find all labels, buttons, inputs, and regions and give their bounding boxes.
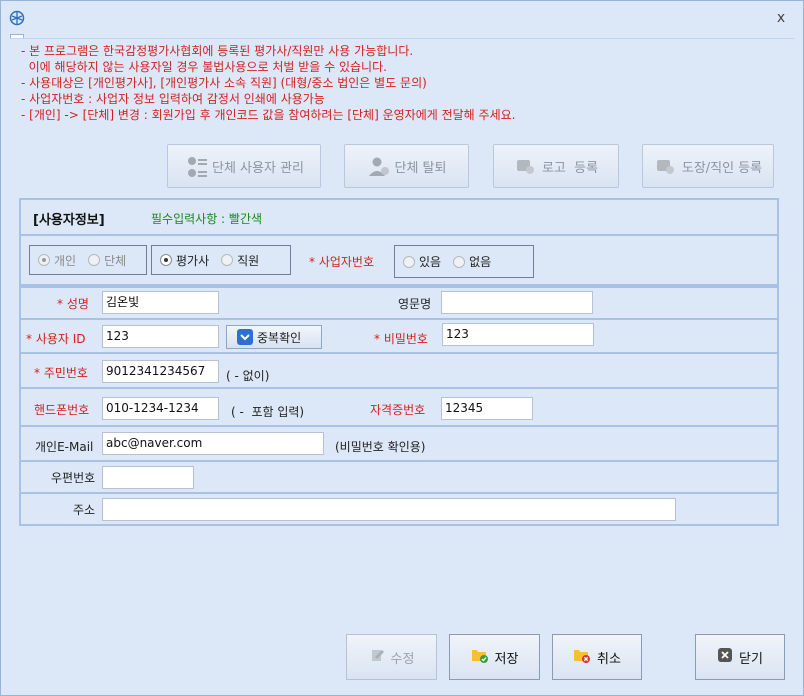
phone-label: 핸드폰번호 bbox=[34, 403, 90, 417]
password-label: * 비밀번호 bbox=[374, 332, 428, 346]
notice-line: - [개인] -> [단체] 변경 : 회원가입 후 개인코드 값을 참여하려는… bbox=[21, 108, 516, 122]
license-label: 자격증번호 bbox=[370, 403, 426, 417]
radio-staff-label: 직원 bbox=[237, 253, 260, 268]
group-user-mgmt-label: 단체 사용자 관리 bbox=[212, 160, 304, 176]
resident-input[interactable]: 9012341234567 bbox=[102, 360, 219, 383]
notice-line: - 사용대상은 [개인평가사], [개인평가사 소속 직원] (대형/중소 법인… bbox=[21, 76, 427, 90]
notice-line: - 사업자번호 : 사업자 정보 입력하여 감정서 인쇄에 사용가능 bbox=[21, 92, 325, 106]
edit-label: 수정 bbox=[390, 651, 415, 667]
radio-group-label: 단체 bbox=[104, 253, 127, 268]
title-bar: x bbox=[1, 1, 803, 35]
zip-input[interactable] bbox=[102, 466, 194, 489]
radio-biz-none-label: 없음 bbox=[469, 255, 492, 269]
email-label: 개인E-Mail bbox=[35, 440, 94, 454]
eng-name-label: 영문명 bbox=[398, 297, 432, 311]
row-email: 개인E-Mail abc@naver.com (비밀번호 확인용) bbox=[19, 427, 779, 462]
row-resident: * 주민번호 9012341234567 ( - 없이) bbox=[19, 354, 779, 389]
name-label: * 성명 bbox=[57, 297, 89, 311]
radio-appraiser-label: 평가사 bbox=[176, 253, 210, 268]
image-icon bbox=[514, 155, 536, 177]
radio-biz-has[interactable] bbox=[403, 255, 415, 268]
email-hint: (비밀번호 확인용) bbox=[335, 440, 426, 454]
row-name: * 성명 김온빛 영문명 bbox=[19, 286, 779, 320]
notice-line: 이에 해당하지 않는 사용자일 경우 불법사용으로 처벌 받을 수 있습니다. bbox=[21, 60, 387, 74]
address-label: 주소 bbox=[73, 503, 96, 517]
radio-staff[interactable] bbox=[221, 254, 234, 266]
email-input[interactable]: abc@naver.com bbox=[102, 432, 324, 455]
dup-check-button[interactable]: 중복확인 bbox=[226, 325, 322, 349]
seal-register-button[interactable]: 도장/직인 등록 bbox=[642, 144, 774, 188]
notice-line: - 본 프로그램은 한국감정평가사협회에 등록된 평가사/직원만 사용 가능합니… bbox=[21, 44, 414, 58]
role-group: 평가사 직원 bbox=[151, 245, 291, 275]
name-input[interactable]: 김온빛 bbox=[102, 291, 219, 314]
edit-icon bbox=[369, 647, 385, 667]
group-leave-button[interactable]: 단체 탈퇴 bbox=[344, 144, 469, 188]
radio-group[interactable] bbox=[88, 254, 101, 266]
biz-no-group: 있음 없음 bbox=[394, 245, 534, 278]
radio-biz-has-label: 있음 bbox=[419, 255, 442, 269]
license-input[interactable]: 12345 bbox=[441, 397, 533, 420]
row-address: 주소 bbox=[19, 494, 779, 526]
radio-biz-none[interactable] bbox=[453, 255, 466, 268]
cancel-folder-icon bbox=[573, 646, 591, 668]
save-button[interactable]: 저장 bbox=[449, 634, 540, 680]
close-button[interactable]: 닫기 bbox=[695, 634, 785, 680]
user-id-label: * 사용자 ID bbox=[26, 332, 86, 346]
user-info-header: [사용자정보] 필수입력사항 : 빨간색 bbox=[19, 198, 779, 236]
users-icon bbox=[184, 155, 207, 177]
member-type-group: 개인 단체 bbox=[29, 245, 147, 275]
user-id-input[interactable]: 123 bbox=[102, 325, 219, 348]
app-logo-icon bbox=[9, 10, 25, 26]
password-input[interactable]: 123 bbox=[442, 323, 594, 346]
row-zip: 우편번호 bbox=[19, 462, 779, 494]
phone-input[interactable]: 010-1234-1234 bbox=[102, 397, 219, 420]
address-input[interactable] bbox=[102, 498, 676, 521]
edit-button[interactable]: 수정 bbox=[346, 634, 437, 680]
user-type-row: 개인 단체 평가사 직원 * 사업자번호 있음 없음 bbox=[19, 236, 779, 286]
radio-individual[interactable] bbox=[38, 254, 50, 266]
close-label: 닫기 bbox=[739, 651, 763, 667]
cancel-button[interactable]: 취소 bbox=[552, 634, 642, 680]
eng-name-input[interactable] bbox=[441, 291, 593, 314]
section-title: [사용자정보] bbox=[33, 213, 105, 228]
group-leave-label: 단체 탈퇴 bbox=[394, 160, 447, 176]
logo-register-label: 로고 등록 bbox=[541, 160, 599, 176]
resident-label: * 주민번호 bbox=[34, 366, 88, 380]
close-icon[interactable]: x bbox=[773, 10, 789, 26]
notice-text: - 본 프로그램은 한국감정평가사협회에 등록된 평가사/직원만 사용 가능합니… bbox=[21, 43, 781, 123]
user-info-dialog: x - 본 프로그램은 한국감정평가사협회에 등록된 평가사/직원만 사용 가능… bbox=[0, 0, 804, 696]
stamp-icon bbox=[654, 155, 676, 177]
save-label: 저장 bbox=[494, 651, 519, 667]
phone-hint: ( - 포함 입력) bbox=[231, 405, 305, 419]
dup-check-label: 중복확인 bbox=[257, 330, 302, 345]
zip-label: 우편번호 bbox=[51, 471, 96, 485]
chevron-down-icon bbox=[237, 329, 253, 345]
cancel-label: 취소 bbox=[597, 651, 621, 667]
radio-individual-label: 개인 bbox=[54, 253, 77, 268]
close-icon bbox=[717, 647, 733, 667]
seal-register-label: 도장/직인 등록 bbox=[681, 160, 763, 176]
biz-no-label: * 사업자번호 bbox=[309, 255, 375, 269]
save-folder-icon bbox=[471, 646, 489, 668]
resident-hint: ( - 없이) bbox=[226, 369, 270, 383]
radio-appraiser[interactable] bbox=[160, 254, 172, 266]
row-phone: 핸드폰번호 010-1234-1234 ( - 포함 입력) 자격증번호 123… bbox=[19, 389, 779, 427]
user-remove-icon bbox=[367, 155, 389, 177]
logo-register-button[interactable]: 로고 등록 bbox=[493, 144, 619, 188]
row-user-id: * 사용자 ID 123 중복확인 * 비밀번호 123 bbox=[19, 320, 779, 354]
required-note: 필수입력사항 : 빨간색 bbox=[151, 212, 263, 226]
group-user-mgmt-button[interactable]: 단체 사용자 관리 bbox=[167, 144, 321, 188]
